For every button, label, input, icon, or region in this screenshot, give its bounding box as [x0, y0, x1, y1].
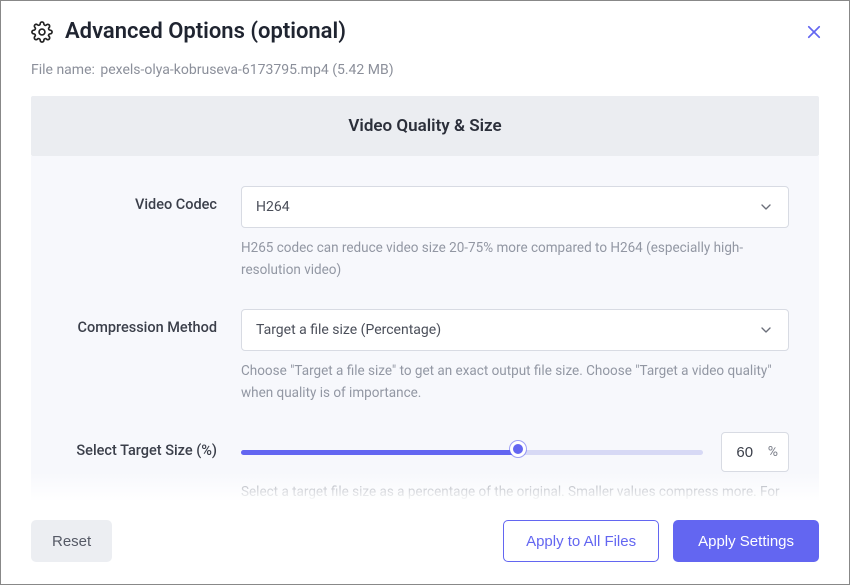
- modal-footer: Reset Apply to All Files Apply Settings: [1, 502, 849, 584]
- chevron-down-icon: [758, 199, 774, 215]
- gear-icon: [31, 21, 53, 43]
- help-target-size: Select a target file size as a percentag…: [241, 482, 789, 502]
- slider-target-size[interactable]: [241, 442, 703, 462]
- reset-button[interactable]: Reset: [31, 520, 112, 562]
- apply-settings-button[interactable]: Apply Settings: [673, 520, 819, 562]
- help-video-codec: H265 codec can reduce video size 20-75% …: [241, 238, 789, 281]
- select-compression-method[interactable]: Target a file size (Percentage): [241, 309, 789, 351]
- apply-all-button[interactable]: Apply to All Files: [503, 520, 659, 562]
- section-header: Video Quality & Size: [31, 96, 819, 156]
- select-video-codec[interactable]: H264: [241, 186, 789, 228]
- row-video-codec: Video Codec H264 H265 codec can reduce v…: [61, 186, 789, 281]
- label-compression-method: Compression Method: [61, 309, 241, 336]
- file-size-value: (5.42 MB): [332, 62, 393, 78]
- label-video-codec: Video Codec: [61, 186, 241, 213]
- file-info: File name: pexels-olya-kobruseva-6173795…: [1, 50, 849, 96]
- modal-body: Video Quality & Size Video Codec H264 H2…: [1, 96, 849, 502]
- select-video-codec-value: H264: [256, 199, 290, 215]
- section-body: Video Codec H264 H265 codec can reduce v…: [31, 156, 819, 502]
- row-target-size: Select Target Size (%) % Select a: [61, 432, 789, 502]
- close-button[interactable]: [803, 21, 825, 43]
- row-compression-method: Compression Method Target a file size (P…: [61, 309, 789, 404]
- chevron-down-icon: [758, 322, 774, 338]
- modal-header: Advanced Options (optional): [1, 1, 849, 50]
- label-target-size: Select Target Size (%): [61, 432, 241, 459]
- advanced-options-modal: Advanced Options (optional) File name: p…: [0, 0, 850, 585]
- target-size-unit: %: [768, 444, 788, 460]
- modal-title: Advanced Options (optional): [65, 19, 346, 44]
- file-name-label: File name:: [31, 62, 95, 78]
- input-target-size[interactable]: [722, 444, 768, 461]
- input-target-size-box: %: [721, 432, 789, 472]
- help-compression-method: Choose "Target a file size" to get an ex…: [241, 361, 789, 404]
- select-compression-method-value: Target a file size (Percentage): [256, 322, 441, 338]
- file-name-value: pexels-olya-kobruseva-6173795.mp4: [100, 62, 328, 78]
